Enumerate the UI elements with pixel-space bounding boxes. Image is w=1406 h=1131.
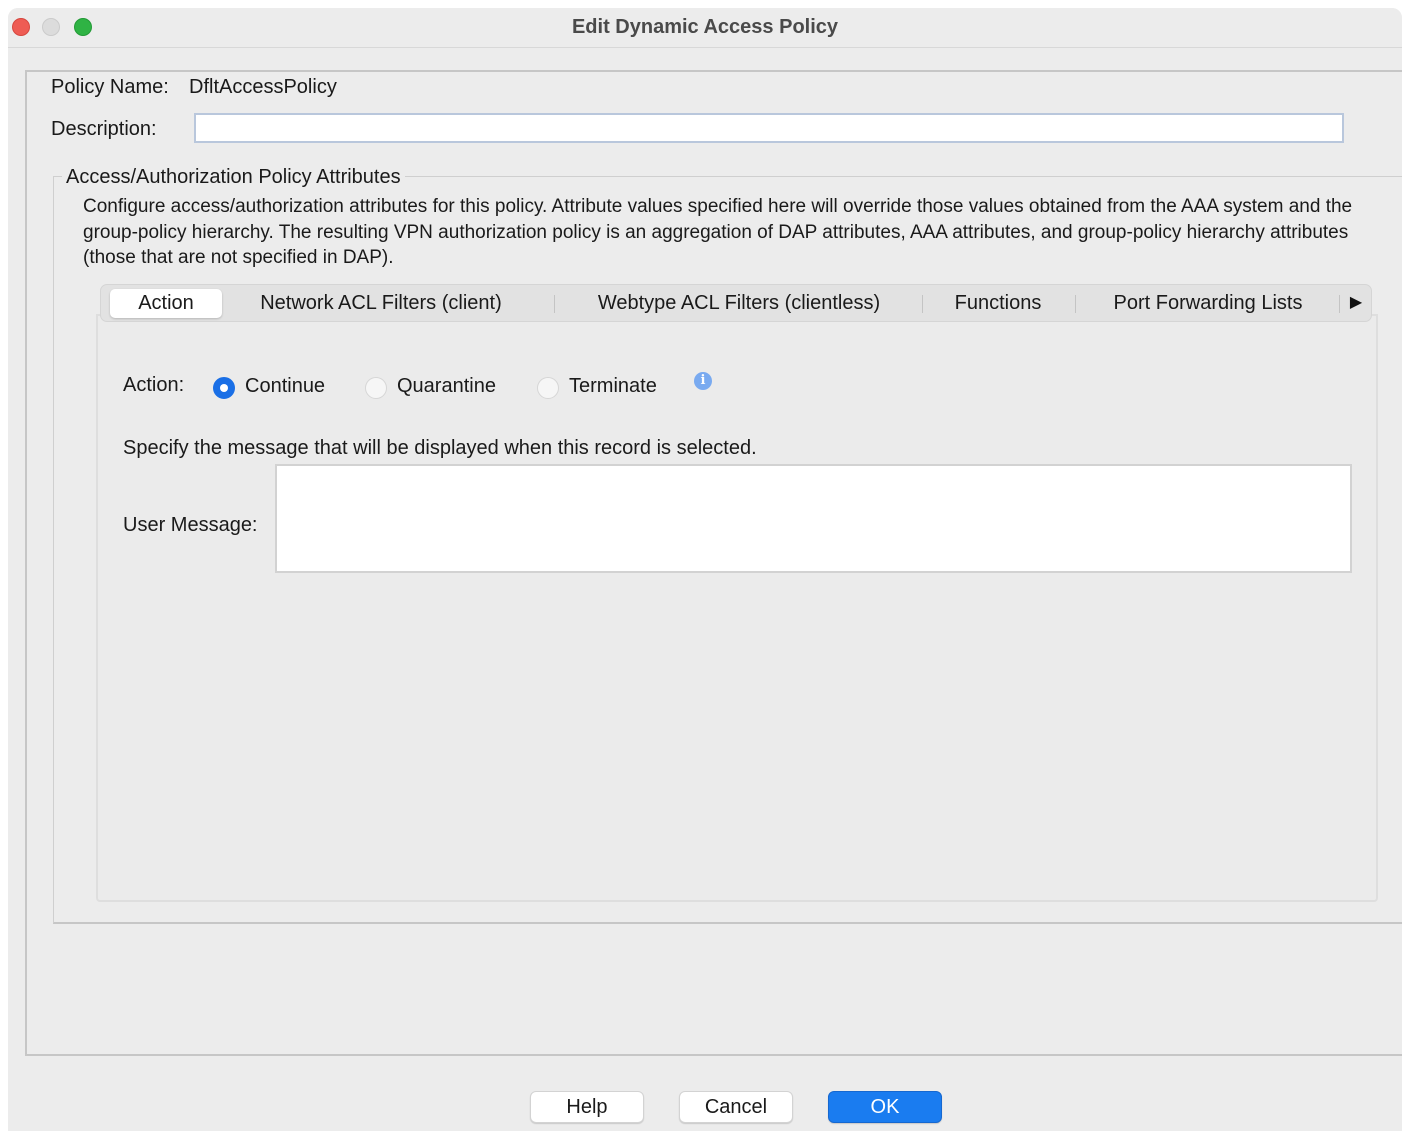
dialog-window: Edit Dynamic Access Policy Policy Name: … xyxy=(8,8,1402,1131)
continue-label[interactable]: Continue xyxy=(245,375,325,398)
help-button[interactable]: Help xyxy=(530,1091,644,1123)
message-instruction: Specify the message that will be display… xyxy=(123,437,757,459)
action-label: Action: xyxy=(123,374,185,396)
tab-separator xyxy=(1339,295,1340,313)
description-label: Description: xyxy=(51,118,157,140)
user-message-input[interactable] xyxy=(275,464,1352,573)
info-icon[interactable]: i xyxy=(694,372,712,390)
tab-content-panel: Action: Continue Quarantine Terminate Sp… xyxy=(96,314,1378,902)
quarantine-radio[interactable] xyxy=(365,377,387,399)
tab-separator xyxy=(922,295,923,313)
window-title: Edit Dynamic Access Policy xyxy=(571,16,839,38)
terminate-label[interactable]: Terminate xyxy=(569,375,657,398)
attributes-group-title: Access/Authorization Policy Attributes xyxy=(62,166,405,189)
continue-radio[interactable] xyxy=(213,377,235,399)
tab-port-forwarding-lists[interactable]: Port Forwarding Lists xyxy=(1081,289,1335,318)
description-input[interactable] xyxy=(194,113,1344,143)
ok-button[interactable]: OK xyxy=(828,1091,942,1123)
tab-scroll-right-icon[interactable]: ▶ xyxy=(1345,290,1367,316)
tab-functions[interactable]: Functions xyxy=(927,289,1069,318)
tab-webtype-acl-filters[interactable]: Webtype ACL Filters (clientless) xyxy=(561,289,917,318)
tab-separator xyxy=(1075,295,1076,313)
tab-separator xyxy=(554,295,555,313)
user-message-label: User Message: xyxy=(123,514,258,536)
tab-bar: Action Network ACL Filters (client) Webt… xyxy=(100,284,1372,322)
tab-action[interactable]: Action xyxy=(110,289,222,318)
quarantine-label[interactable]: Quarantine xyxy=(397,375,496,398)
cancel-button[interactable]: Cancel xyxy=(679,1091,793,1123)
tab-network-acl-filters[interactable]: Network ACL Filters (client) xyxy=(231,289,531,318)
title-bar: Edit Dynamic Access Policy xyxy=(8,8,1402,48)
policy-name-label: Policy Name: xyxy=(51,76,169,98)
terminate-radio[interactable] xyxy=(537,377,559,399)
attributes-group-description: Configure access/authorization attribute… xyxy=(83,196,1353,268)
policy-name-value: DfltAccessPolicy xyxy=(189,76,337,98)
